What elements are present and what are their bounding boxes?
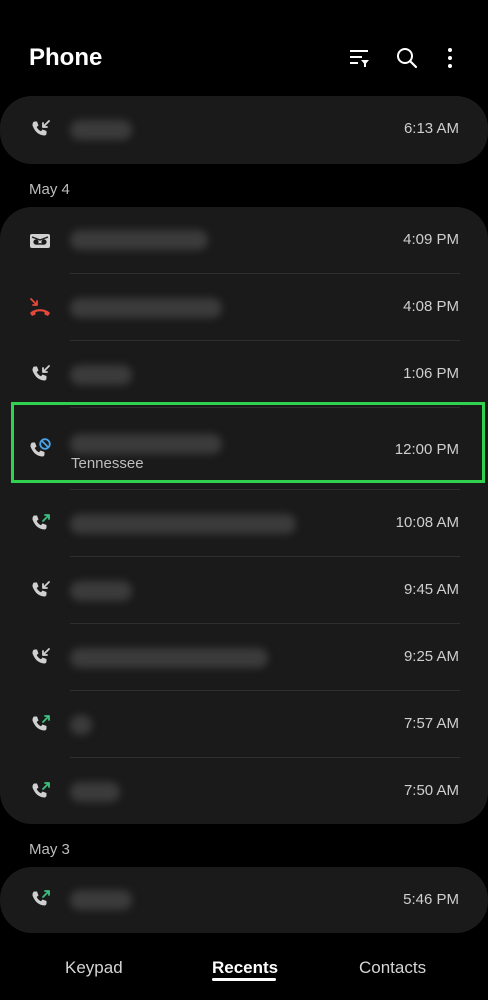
call-time: 12:00 PM — [394, 441, 459, 458]
tab-contacts[interactable]: Contacts — [359, 958, 426, 978]
outgoing-call-icon — [28, 713, 52, 737]
call-log-row[interactable]: 4:08 PM — [0, 274, 488, 341]
active-tab-indicator — [212, 978, 276, 981]
call-time: 9:25 AM — [403, 648, 459, 665]
contact-name-redacted — [70, 581, 132, 601]
app-header: Phone — [0, 0, 488, 100]
contact-name-redacted — [70, 715, 92, 735]
incoming-call-icon — [28, 646, 52, 670]
call-log-card: 6:13 AM — [0, 96, 488, 164]
call-log-row[interactable]: 9:25 AM — [0, 624, 488, 691]
blocked-call-icon — [28, 437, 52, 461]
date-header: May 4 — [29, 181, 70, 198]
call-time: 7:57 AM — [403, 715, 459, 732]
tab-keypad[interactable]: Keypad — [65, 958, 123, 978]
call-log-row[interactable]: 7:50 AM — [0, 758, 488, 824]
search-icon[interactable] — [393, 44, 421, 72]
call-log-row[interactable]: 6:13 AM — [0, 96, 488, 164]
contact-name-redacted — [70, 365, 132, 385]
contact-name-redacted — [70, 890, 132, 910]
call-log-row[interactable]: 1:06 PM — [0, 341, 488, 408]
call-time: 7:50 AM — [403, 782, 459, 799]
filter-icon[interactable] — [345, 44, 373, 72]
date-header: May 3 — [29, 841, 70, 858]
call-time: 5:46 PM — [403, 891, 459, 908]
contact-name-redacted — [70, 782, 120, 802]
call-time: 9:45 AM — [403, 581, 459, 598]
call-time: 4:08 PM — [403, 298, 459, 315]
call-time: 4:09 PM — [403, 231, 459, 248]
outgoing-call-icon — [28, 780, 52, 804]
incoming-call-icon — [28, 118, 52, 142]
bottom-tab-bar: Keypad Recents Contacts — [0, 936, 488, 1000]
call-log-row[interactable]: 10:08 AM — [0, 490, 488, 557]
call-log-card: 4:09 PM 4:08 PM 1:06 PM Tennessee 12:00 … — [0, 207, 488, 824]
contact-name-redacted — [70, 298, 222, 318]
contact-name-redacted — [70, 648, 268, 668]
outgoing-call-icon — [28, 512, 52, 536]
call-time: 10:08 AM — [395, 514, 459, 531]
call-log-row[interactable]: 9:45 AM — [0, 557, 488, 624]
call-log-card: 5:46 PM — [0, 867, 488, 933]
contact-name-redacted — [70, 230, 208, 250]
page-title: Phone — [29, 44, 103, 71]
tab-recents[interactable]: Recents — [212, 958, 278, 978]
contact-name-redacted — [70, 434, 222, 454]
incoming-call-icon — [28, 579, 52, 603]
call-log-row[interactable]: 4:09 PM — [0, 207, 488, 274]
call-time: 1:06 PM — [403, 365, 459, 382]
outgoing-call-icon — [28, 888, 52, 912]
call-log-row[interactable]: 5:46 PM — [0, 867, 488, 933]
contact-name-redacted — [70, 514, 296, 534]
call-time: 6:13 AM — [403, 120, 459, 137]
incoming-call-icon — [28, 363, 52, 387]
call-location: Tennessee — [71, 455, 144, 472]
missed-call-icon — [28, 296, 52, 320]
contact-name-redacted — [70, 120, 132, 140]
call-log-row[interactable]: Tennessee 12:00 PM — [0, 408, 488, 490]
more-options-icon[interactable] — [436, 44, 464, 72]
call-log-row[interactable]: 7:57 AM — [0, 691, 488, 758]
voicemail-icon — [28, 229, 52, 253]
